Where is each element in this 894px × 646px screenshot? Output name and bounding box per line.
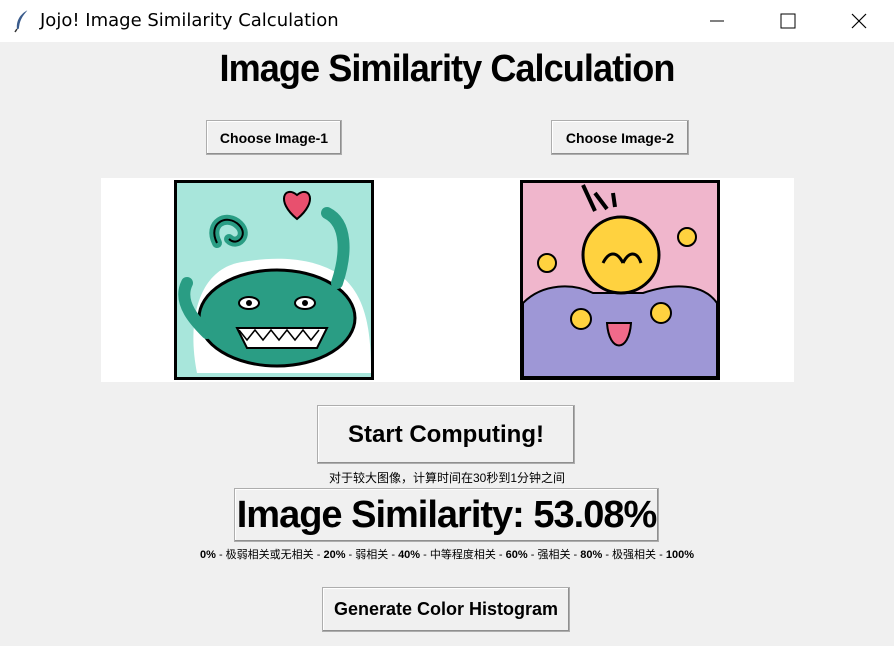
close-button[interactable]	[836, 0, 882, 42]
scale-cat-3: - 中等程度相关 -	[420, 549, 506, 561]
minimize-icon	[710, 20, 724, 22]
computation-time-note: 对于较大图像，计算时间在30秒到1分钟之间	[328, 471, 566, 485]
scale-cat-4: - 强相关 -	[527, 549, 581, 561]
choose-image-1-button[interactable]: Choose Image-1	[206, 120, 342, 155]
scale-cat-1: - 极弱相关或无相关 -	[215, 549, 324, 561]
close-icon	[851, 13, 867, 29]
page-title: Image Similarity Calculation	[219, 48, 676, 90]
scale-40: 40%	[398, 549, 421, 561]
start-computing-button[interactable]: Start Computing!	[317, 405, 575, 464]
scale-0: 0%	[200, 549, 216, 561]
choose-image-2-button[interactable]: Choose Image-2	[551, 120, 689, 155]
scale-cat-5: - 极强相关 -	[602, 549, 666, 561]
maximize-button[interactable]	[765, 0, 811, 42]
octopus-purple-image	[523, 183, 717, 377]
image-2-preview	[520, 180, 720, 380]
maximize-icon	[780, 13, 796, 29]
feather-icon	[14, 9, 29, 33]
octopus-green-image	[177, 183, 371, 377]
scale-60: 60%	[505, 549, 528, 561]
generate-color-histogram-button[interactable]: Generate Color Histogram	[322, 587, 570, 632]
title-bar[interactable]: Jojo! Image Similarity Calculation	[0, 0, 894, 42]
similarity-scale-legend: 0% - 极弱相关或无相关 - 20% - 弱相关 - 40% - 中等程度相关…	[0, 546, 894, 562]
image-1-preview	[174, 180, 374, 380]
scale-100: 100%	[665, 549, 694, 561]
scale-20: 20%	[323, 549, 346, 561]
similarity-result: Image Similarity: 53.08%	[234, 488, 659, 542]
scale-cat-2: - 弱相关 -	[345, 549, 399, 561]
scale-80: 80%	[580, 549, 603, 561]
minimize-button[interactable]	[694, 0, 740, 42]
window-title: Jojo! Image Similarity Calculation	[40, 10, 339, 31]
